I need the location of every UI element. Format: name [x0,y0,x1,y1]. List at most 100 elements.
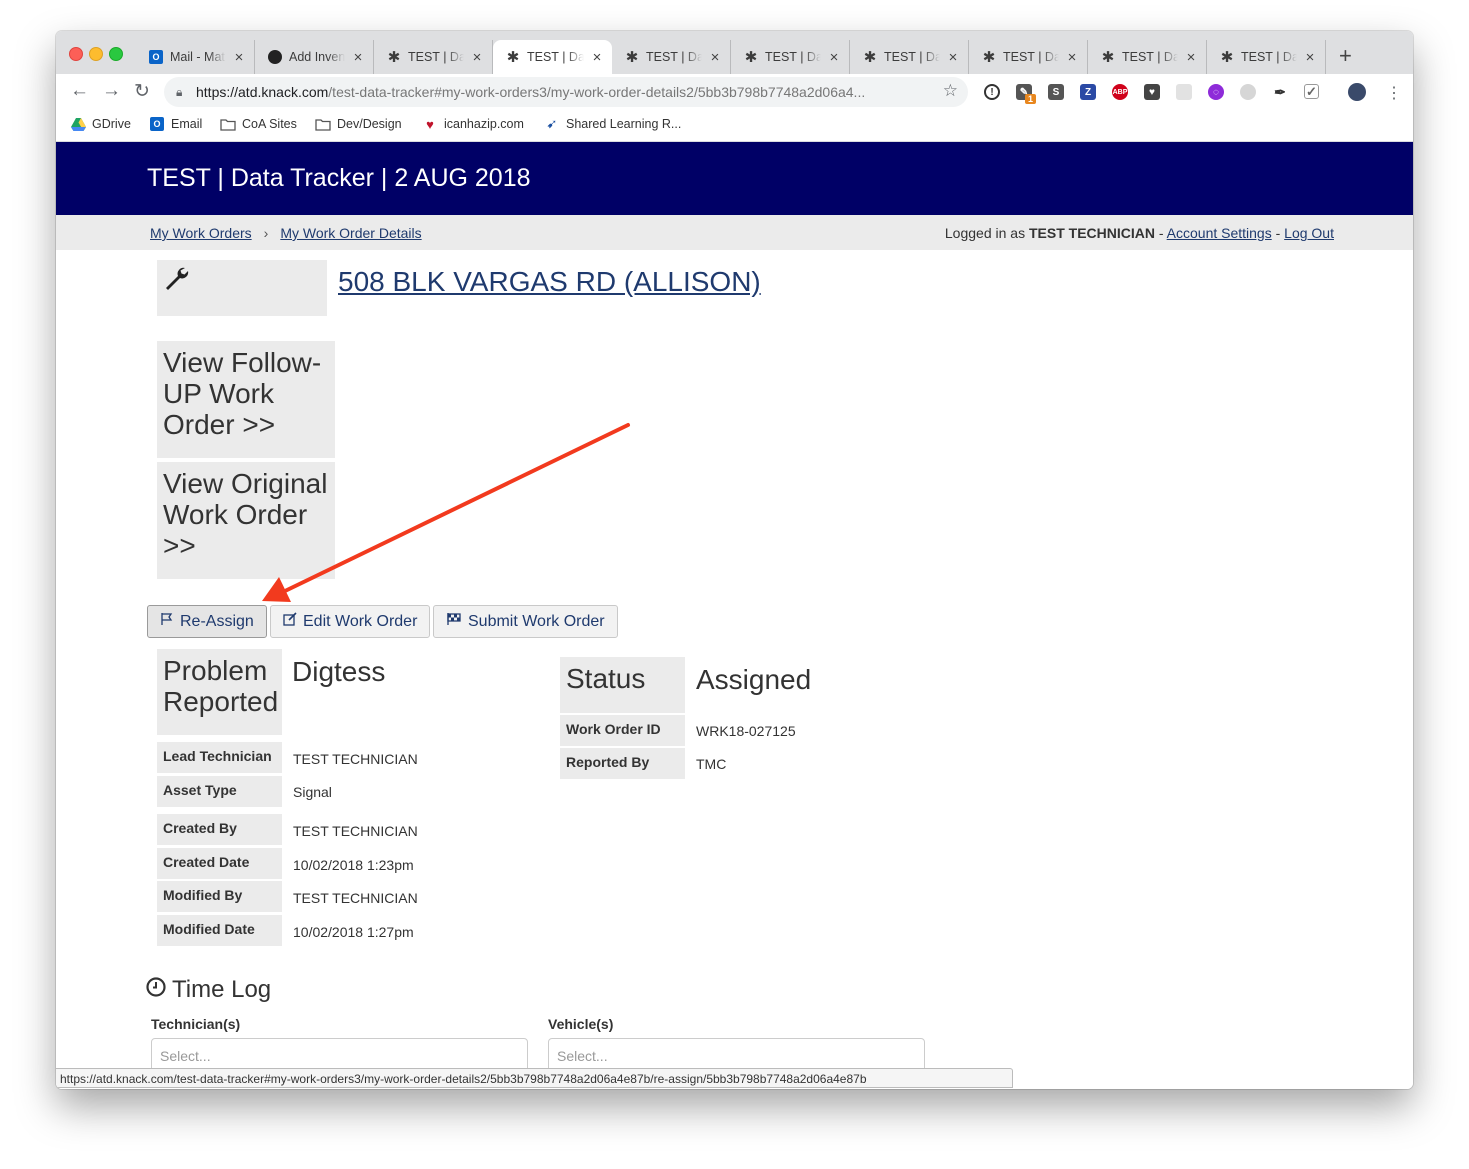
close-window-button[interactable] [69,47,83,61]
breadcrumb-separator: › [263,225,269,241]
tab-label: TEST | Da [408,50,464,64]
pocket-extension-icon[interactable]: ♥ [1144,84,1160,100]
z-extension-icon[interactable]: Z [1080,84,1096,100]
browser-tab[interactable]: Add Inven × [255,40,374,74]
bookmark-item[interactable]: ♥ icanhazip.com [422,117,524,132]
edit-work-order-button[interactable]: Edit Work Order [270,605,431,638]
log-out-link[interactable]: Log Out [1284,225,1334,241]
lead-technician-value: TEST TECHNICIAN [293,751,418,767]
close-icon[interactable]: × [1184,49,1198,66]
asterisk-icon: ✱ [1101,49,1115,66]
checkered-flag-icon [446,612,462,631]
status-value: Assigned [696,664,812,695]
browser-toolbar: ← → ↻ 🔒︎ https://atd.knack.com/test-data… [56,74,1413,111]
back-arrow-icon[interactable]: ← [70,80,89,102]
asterisk-icon: ✱ [1220,49,1234,66]
bookmark-label: Shared Learning R... [566,117,682,131]
address-bar[interactable]: 🔒︎ https://atd.knack.com/test-data-track… [164,77,968,107]
tab-label: TEST | Da [646,50,702,64]
asterisk-icon: ✱ [982,49,996,66]
bookmark-label: Email [171,117,203,131]
asset-type-label: Asset Type [157,776,282,807]
account-settings-link[interactable]: Account Settings [1167,225,1272,241]
close-icon[interactable]: × [590,49,604,66]
bookmark-label: CoA Sites [242,117,297,131]
kebab-menu-icon[interactable]: ⋮ [1386,83,1402,103]
view-follow-up-link[interactable]: View Follow-UP Work Order >> [157,341,335,458]
submit-label: Submit Work Order [468,612,605,630]
close-icon[interactable]: × [1303,49,1317,66]
close-icon[interactable]: × [946,49,960,66]
grid-extension-icon[interactable] [1176,84,1192,100]
browser-tab[interactable]: ✱ TEST | Da × [850,40,969,74]
user-name: TEST TECHNICIAN [1028,225,1155,241]
breadcrumb-bar: My Work Orders › My Work Order Details Log… [56,215,1413,250]
tab-label: TEST | Da [527,50,584,64]
new-tab-plus-icon[interactable]: + [1339,43,1352,69]
adblock-extension-icon[interactable]: ABP [1112,84,1128,100]
asterisk-icon: ✱ [744,49,758,66]
gray-extension-icon[interactable] [1240,84,1256,100]
created-date-value: 10/02/2018 1:23pm [293,857,414,873]
close-icon[interactable]: × [470,49,484,66]
technicians-select[interactable]: Select... [151,1038,528,1072]
minimize-window-button[interactable] [89,47,103,61]
bookmark-star-icon[interactable]: ☆ [943,81,958,101]
browser-tab[interactable]: ✱ TEST | Da × [969,40,1088,74]
technicians-label: Technician(s) [151,1016,241,1032]
gdrive-icon [70,117,86,131]
eyedropper-extension-icon[interactable]: ✒ [1272,84,1288,100]
check-extension-icon[interactable]: ✓ [1304,84,1319,99]
outlook-icon: O [149,117,165,131]
lead-technician-label: Lead Technician [157,742,282,773]
work-order-location-link[interactable]: 508 BLK VARGAS RD (ALLISON) [338,266,761,298]
close-icon[interactable]: × [351,49,365,66]
reported-by-label: Reported By [560,748,685,779]
edit-icon [283,612,297,631]
time-log-title: Time Log [172,976,272,1003]
bookmark-item[interactable]: O Email [149,117,202,131]
asterisk-icon: ✱ [863,49,877,66]
view-original-link[interactable]: View Original Work Order >> [157,462,335,579]
browser-tab[interactable]: ✱ TEST | Da × [374,40,493,74]
browser-tab[interactable]: ✱ TEST | Da × [1207,40,1326,74]
onepassword-extension-icon[interactable]: ! [984,84,1000,100]
clock-icon [146,976,166,1004]
url-text: https://atd.knack.com/test-data-tracker#… [196,84,926,100]
browser-tab[interactable]: O Mail - Mat × [136,40,255,74]
breadcrumb-my-work-order-details[interactable]: My Work Order Details [280,225,421,241]
s-extension-icon[interactable]: S [1048,84,1064,100]
maximize-window-button[interactable] [109,47,123,61]
created-date-label: Created Date [157,848,282,879]
lock-icon: 🔒︎ [176,84,183,99]
browser-tab[interactable]: ✱ TEST | Da × [731,40,850,74]
close-icon[interactable]: × [827,49,841,66]
bookmark-item[interactable]: ➹ Shared Learning R... [544,116,682,131]
forward-arrow-icon[interactable]: → [102,80,121,102]
close-icon[interactable]: × [708,49,722,66]
bookmark-item[interactable]: CoA Sites [220,117,297,131]
submit-work-order-button[interactable]: Submit Work Order [433,605,618,638]
status-label: Status [560,657,685,713]
reload-icon[interactable]: ↻ [134,80,150,103]
close-icon[interactable]: × [232,49,246,66]
vehicles-select[interactable]: Select... [548,1038,925,1072]
problem-reported-label: Problem Reported [157,649,282,735]
tab-label: TEST | Da [1003,50,1059,64]
tab-strip: O Mail - Mat × Add Inven × ✱ TEST | Da ×… [56,31,1413,74]
breadcrumb-my-work-orders[interactable]: My Work Orders [150,225,252,241]
work-order-id-label: Work Order ID [560,715,685,746]
bookmark-item[interactable]: Dev/Design [315,117,402,131]
tab-label: TEST | Da [884,50,940,64]
modified-by-label: Modified By [157,881,282,912]
close-icon[interactable]: × [1065,49,1079,66]
profile-avatar[interactable] [1348,83,1366,101]
bookmark-item[interactable]: GDrive [70,117,131,131]
wrench-icon [163,266,189,297]
reassign-button[interactable]: Re-Assign [147,605,267,638]
browser-tab[interactable]: ✱ TEST | Da × [1088,40,1207,74]
reassign-label: Re-Assign [180,612,254,630]
purple-extension-icon[interactable]: ◌ [1208,84,1224,100]
browser-tab[interactable]: ✱ TEST | Da × [612,40,731,74]
browser-tab-active[interactable]: ✱ TEST | Da × [493,40,612,74]
